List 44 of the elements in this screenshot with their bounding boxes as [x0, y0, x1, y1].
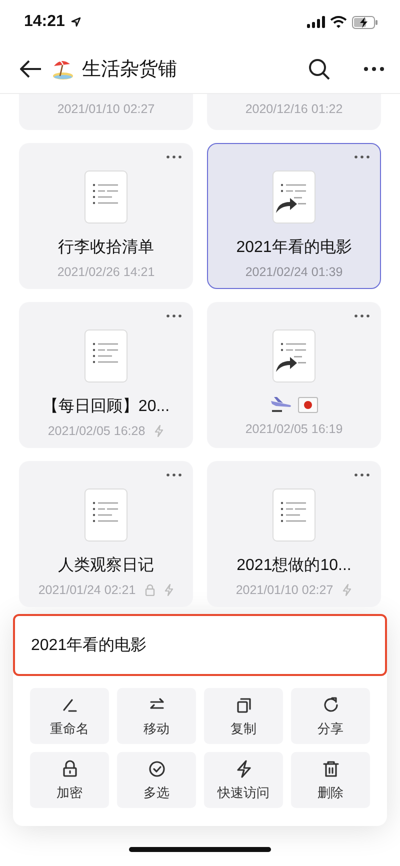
- card-date: 2021/02/24 01:39: [245, 265, 343, 279]
- page-title: 生活杂货铺: [82, 58, 177, 82]
- more-icon[interactable]: [166, 155, 182, 159]
- more-icon[interactable]: [354, 314, 370, 318]
- check-circle-icon: [146, 758, 166, 778]
- signal-icon: [307, 16, 325, 28]
- action-button[interactable]: 分享: [291, 688, 370, 744]
- card-date: 2020/12/16 01:22: [245, 102, 343, 116]
- note-card[interactable]: 2021年看的电影 2021/02/24 01:39: [207, 143, 381, 289]
- card-title: 2021想做的10...: [236, 556, 352, 576]
- note-card[interactable]: 行李收拾清单 2021/02/26 14:21: [19, 143, 193, 289]
- action-button[interactable]: 删除: [291, 752, 370, 808]
- card-title: 2021年看的电影: [236, 238, 352, 258]
- card-title: 人类观察日记: [58, 556, 154, 576]
- action-button[interactable]: 移动: [117, 688, 196, 744]
- action-button[interactable]: 加密: [30, 752, 109, 808]
- note-card[interactable]: 人类观察日记 2021/01/24 02:21: [19, 461, 193, 607]
- card-title: 【每日回顾】20...: [42, 396, 170, 417]
- trash-icon: [320, 758, 340, 778]
- name-field[interactable]: 2021年看的电影: [13, 614, 387, 676]
- card-date: 2021/01/10 02:27: [236, 583, 334, 597]
- status-time: 14:21: [24, 13, 65, 31]
- more-icon[interactable]: [354, 473, 370, 477]
- card-title: 行李收拾清单: [58, 238, 154, 258]
- more-icon[interactable]: [166, 473, 182, 477]
- more-icon[interactable]: [166, 314, 182, 318]
- card-date: 2021/02/26 14:21: [57, 265, 155, 279]
- card-date: 2021/02/05 16:28: [48, 424, 146, 438]
- battery-charging-icon: [352, 16, 378, 28]
- note-card[interactable]: 2021想做的10... 2021/01/10 02:27: [207, 461, 381, 607]
- japan-flag-icon: [298, 397, 318, 413]
- card-date: 2021/01/10 02:27: [57, 102, 155, 116]
- location-icon: [70, 17, 81, 27]
- action-button[interactable]: 复制: [204, 688, 283, 744]
- action-button[interactable]: 快速访问: [204, 752, 283, 808]
- action-button[interactable]: 重命名: [30, 688, 109, 744]
- wifi-icon: [330, 16, 347, 28]
- card-date: 2021/01/24 02:21: [38, 583, 136, 597]
- more-icon[interactable]: [354, 155, 370, 159]
- action-button[interactable]: 多选: [117, 752, 196, 808]
- card-date: 2021/02/05 16:19: [245, 422, 343, 436]
- more-icon[interactable]: [364, 66, 384, 70]
- note-card[interactable]: 【每日回顾】20... 2021/02/05 16:28: [19, 302, 193, 448]
- airplane-icon: [270, 396, 292, 414]
